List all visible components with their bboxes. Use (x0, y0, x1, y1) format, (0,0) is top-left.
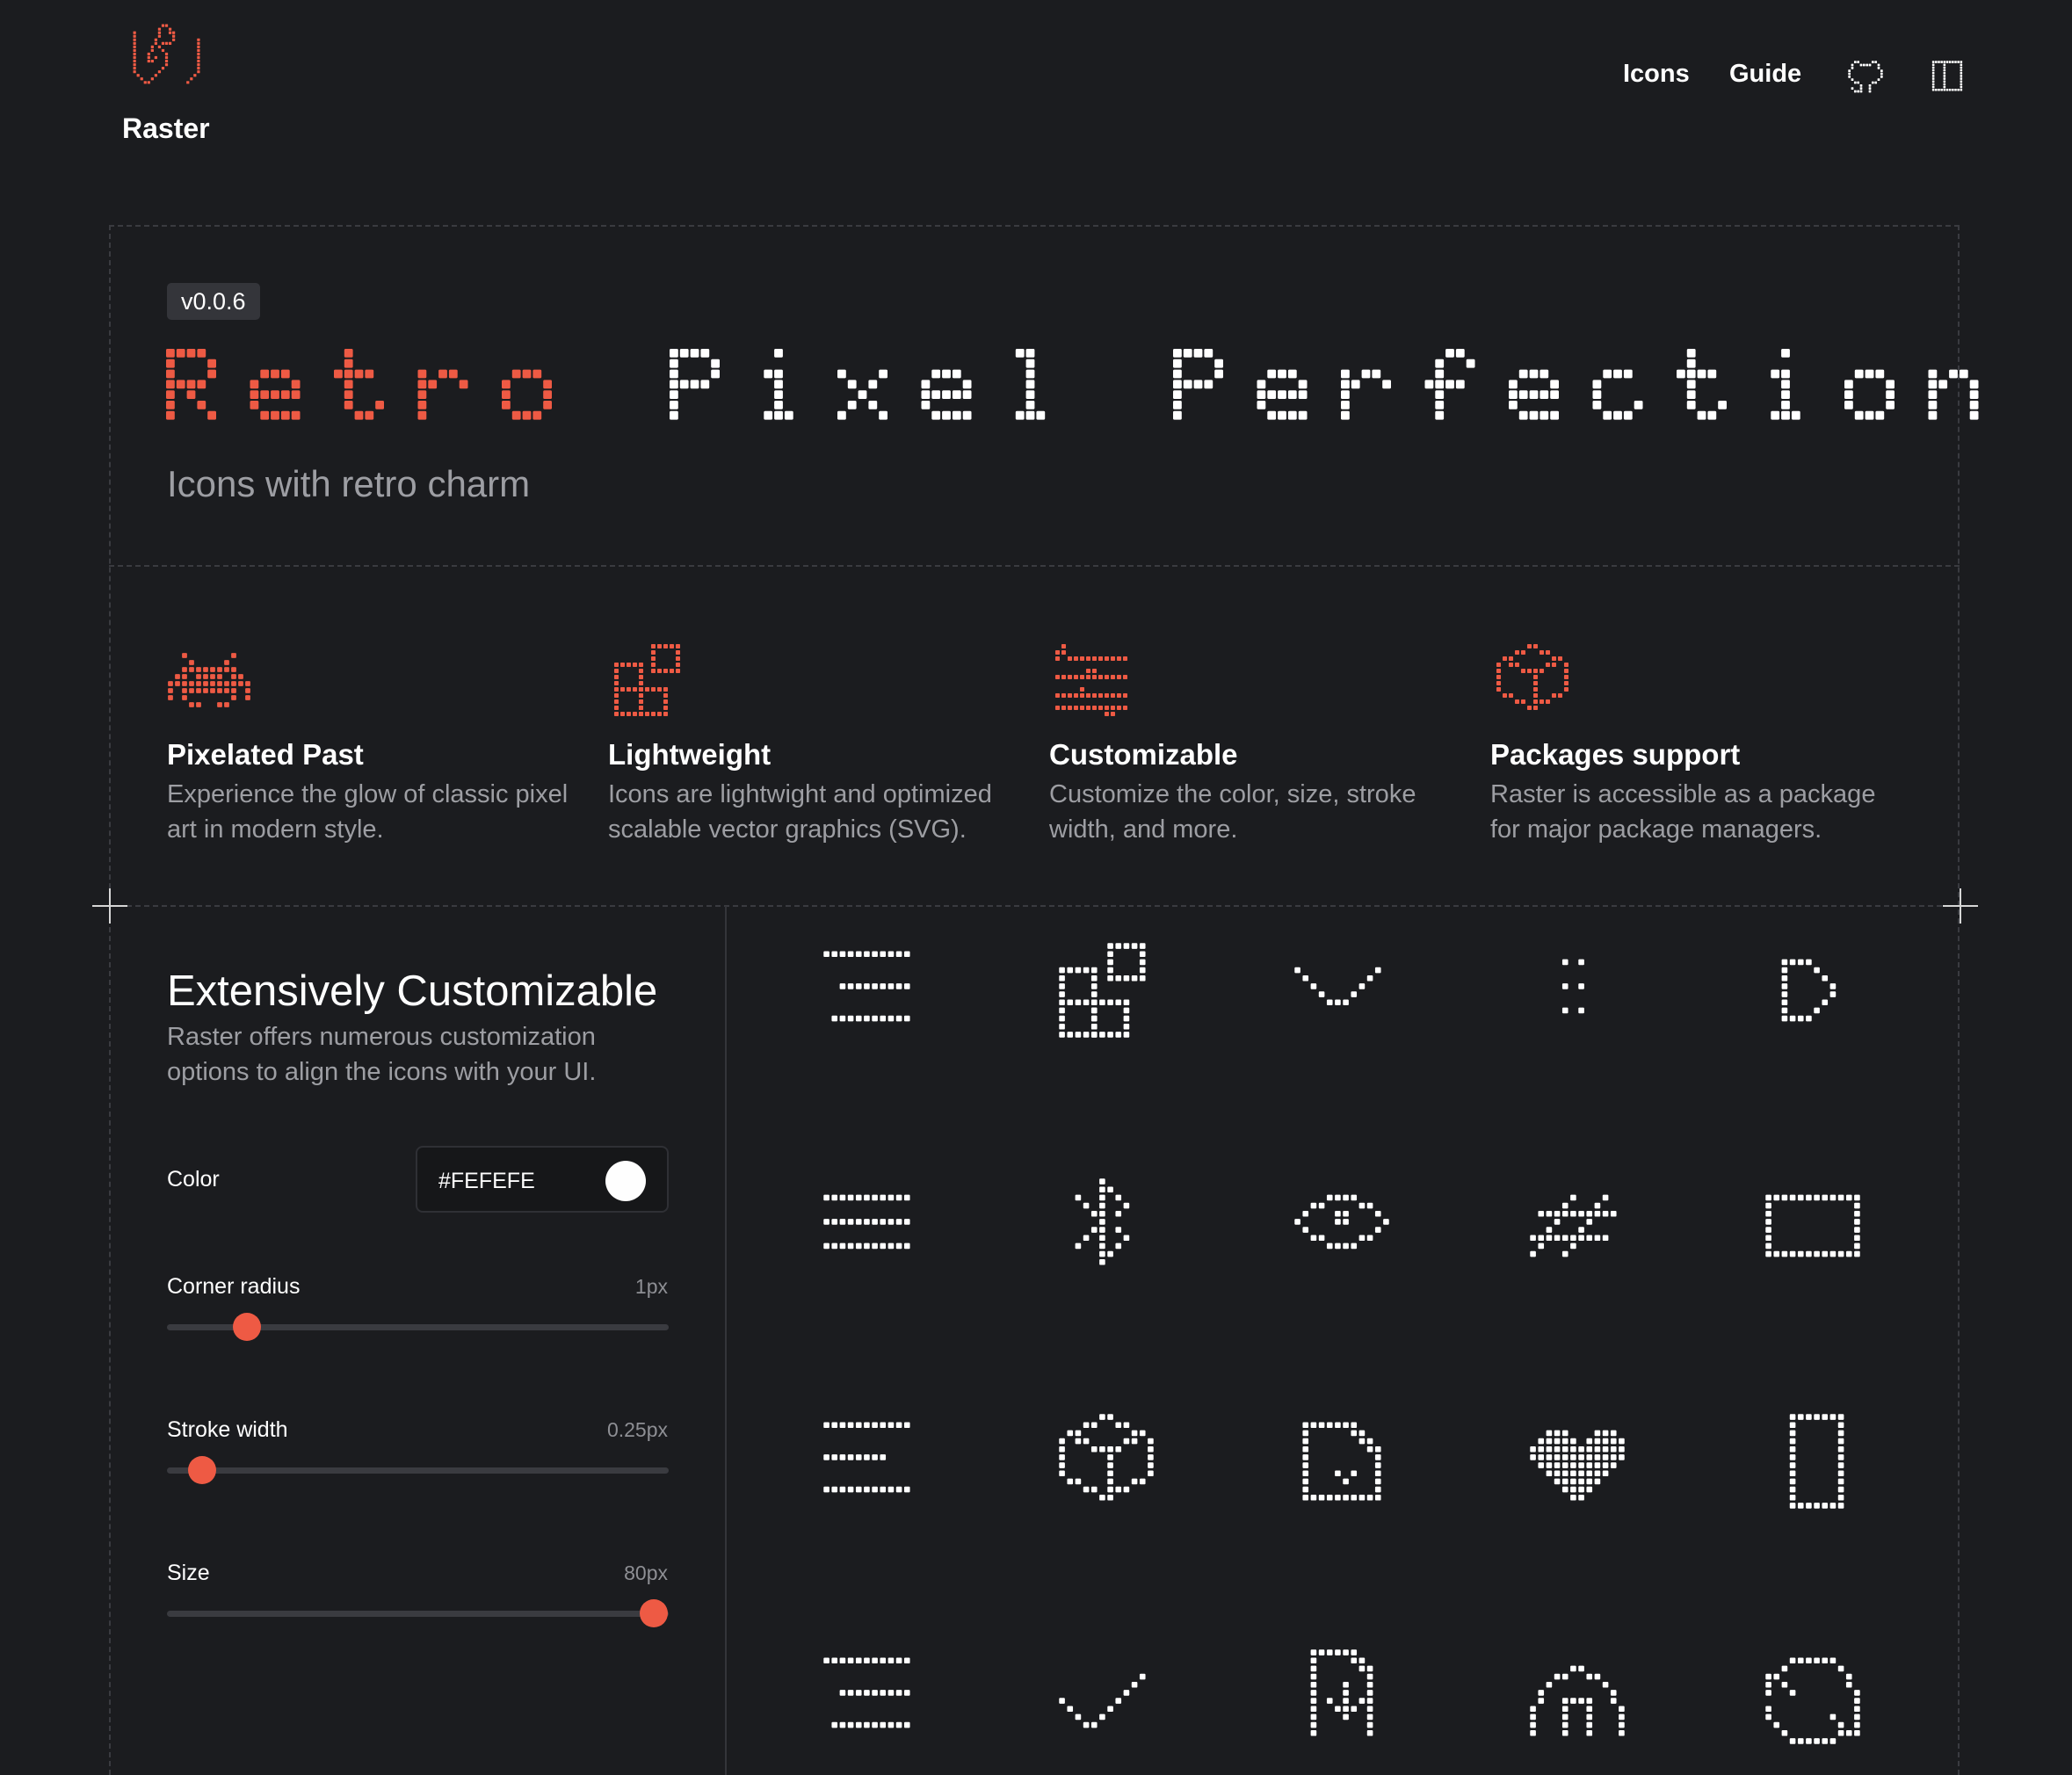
corner-radius-value: 1px (634, 1275, 668, 1298)
sliders-icon (1054, 643, 1128, 717)
feature-desc: Raster is accessible as a package for ma… (1490, 780, 1876, 844)
feature-customizable: Customizable Customize the color, size, … (1049, 643, 1462, 844)
stroke-width-slider[interactable] (167, 1456, 669, 1484)
github-icon[interactable] (1848, 61, 1883, 96)
page-title: Retro Pixel Perfection (166, 349, 1979, 420)
eye-icon[interactable] (1293, 1177, 1390, 1274)
nav-link-icons[interactable]: Icons (1623, 60, 1690, 89)
logo-icon[interactable] (122, 13, 207, 98)
bluetooth-icon[interactable] (1058, 1177, 1155, 1274)
feature-lightweight: Lightweight Icons are lightwight and opt… (608, 643, 1021, 844)
stroke-width-value: 0.25px (606, 1418, 668, 1441)
version-badge: v0.0.6 (167, 283, 260, 320)
rectangle-icon[interactable] (1764, 1177, 1861, 1274)
divider (109, 565, 1960, 567)
feature-desc: Customize the color, size, stroke width,… (1049, 780, 1416, 844)
corner-radius-slider[interactable] (167, 1313, 669, 1341)
color-value[interactable]: #FEFEFE (438, 1169, 535, 1194)
book-icon[interactable] (1931, 61, 1963, 94)
feature-title: Packages support (1490, 738, 1741, 771)
divider (109, 905, 1960, 907)
space-invader-icon (168, 653, 250, 707)
slider-thumb[interactable] (187, 1456, 216, 1484)
home-icon[interactable] (1529, 1648, 1626, 1745)
check-icon[interactable] (1058, 1648, 1155, 1745)
divider (725, 906, 727, 1775)
grip-icon[interactable] (1529, 942, 1626, 1039)
size-label: Size (167, 1561, 210, 1585)
section-desc: Raster offers numerous customization opt… (167, 1023, 597, 1086)
feature-title: Lightweight (608, 738, 772, 771)
corner-radius-label: Corner radius (167, 1274, 301, 1299)
feature-pixelated-past: Pixelated Past Experience the glow of cl… (167, 643, 580, 844)
play-outline-icon[interactable] (1764, 942, 1861, 1039)
color-picker[interactable]: #FEFEFE (416, 1146, 669, 1213)
nav-link-guide[interactable]: Guide (1729, 60, 1801, 89)
heart-icon[interactable] (1529, 1413, 1626, 1510)
feature-title: Pixelated Past (167, 738, 364, 771)
file-download-icon[interactable] (1293, 1648, 1390, 1745)
align-right-icon[interactable] (822, 942, 919, 1039)
align-right-icon[interactable] (822, 1648, 919, 1745)
refresh-icon[interactable] (1764, 1648, 1861, 1745)
blocks-icon[interactable] (1058, 942, 1155, 1039)
file-icon[interactable] (1293, 1413, 1390, 1510)
blocks-icon (613, 643, 681, 717)
size-slider[interactable] (167, 1599, 669, 1627)
feature-desc: Icons are lightwight and optimized scala… (608, 780, 992, 844)
color-swatch[interactable] (605, 1161, 646, 1201)
crosshair-icon (92, 888, 127, 924)
section-title: Extensively Customizable (167, 967, 658, 1015)
feature-title: Customizable (1049, 738, 1238, 771)
tagline: Icons with retro charm (167, 463, 531, 504)
crosshair-icon (1943, 888, 1978, 924)
portrait-rectangle-icon[interactable] (1764, 1413, 1861, 1510)
stroke-width-label: Stroke width (167, 1417, 288, 1442)
slider-thumb[interactable] (639, 1599, 668, 1627)
align-left-icon[interactable] (822, 1413, 919, 1510)
brand-name[interactable]: Raster (122, 112, 210, 145)
feature-packages-support: Packages support Raster is accessible as… (1490, 643, 1903, 844)
hash-icon[interactable] (1529, 1177, 1626, 1274)
wave-icon[interactable] (1293, 942, 1390, 1039)
package-icon[interactable] (1058, 1413, 1155, 1510)
size-value: 80px (624, 1561, 668, 1584)
package-icon (1496, 643, 1569, 711)
color-label: Color (167, 1167, 220, 1192)
feature-desc: Experience the glow of classic pixel art… (167, 780, 569, 844)
justify-icon[interactable] (822, 1177, 919, 1274)
